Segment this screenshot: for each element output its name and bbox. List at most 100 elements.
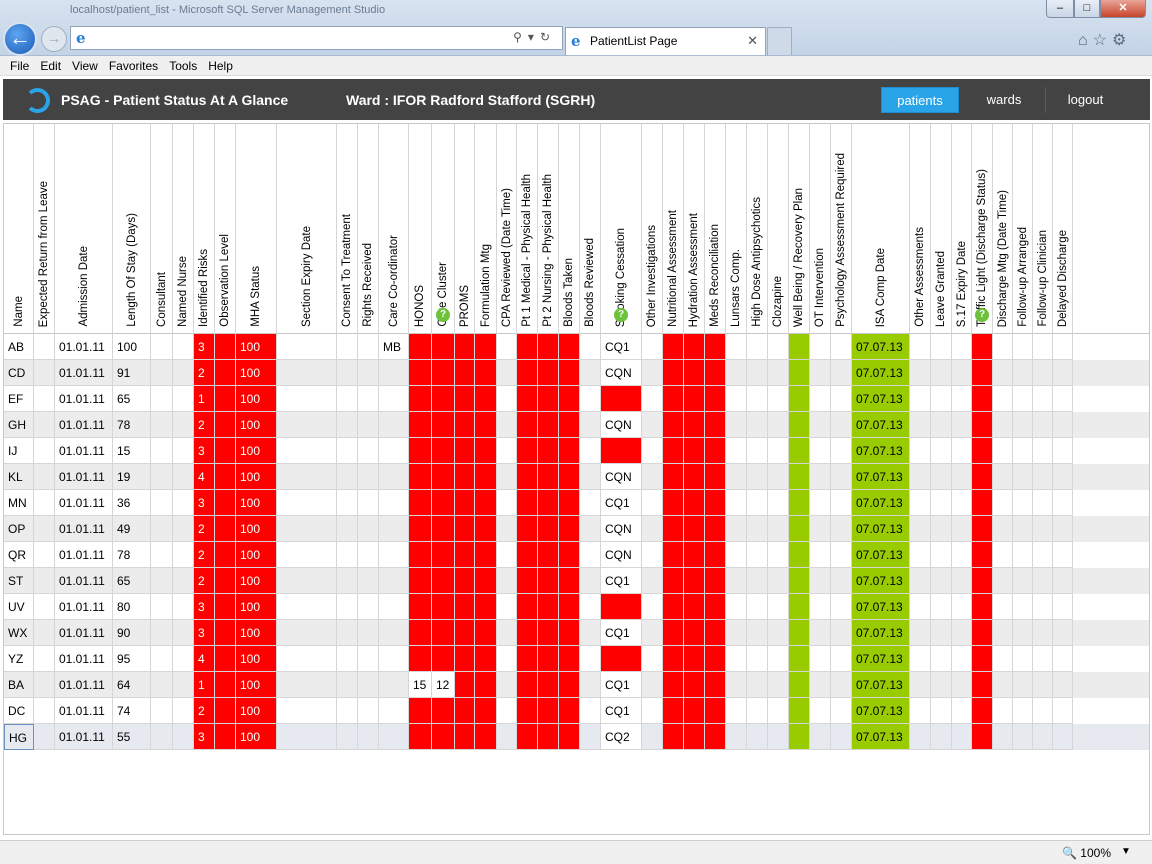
cell-sc[interactable]: CQN [601, 516, 642, 542]
cell-lc[interactable] [726, 568, 747, 594]
cell-rr[interactable] [358, 698, 379, 724]
cell-risk[interactable]: 1 [194, 672, 215, 698]
cell-mha[interactable]: 100 [236, 490, 277, 516]
cell-wb[interactable] [789, 438, 810, 464]
cell-ret[interactable] [34, 438, 55, 464]
cell-s17[interactable] [952, 386, 972, 412]
cell-hd[interactable] [747, 412, 768, 438]
table-row[interactable]: OP 01.01.11 49 2 100 CQN 07.07.13 [4, 516, 1149, 542]
cell-lg[interactable] [931, 698, 952, 724]
cell-adm[interactable]: 01.01.11 [55, 620, 113, 646]
cell-fa[interactable] [1013, 360, 1033, 386]
cell-ot[interactable] [810, 724, 831, 750]
column-header-pt1[interactable]: Pt 1 Medical - Physical Health [517, 124, 538, 334]
cell-pt2[interactable] [538, 360, 559, 386]
cell-sed[interactable] [277, 594, 337, 620]
cell-adm[interactable]: 01.01.11 [55, 334, 113, 360]
cell-adm[interactable]: 01.01.11 [55, 464, 113, 490]
nav-logout[interactable]: logout [1045, 87, 1125, 113]
cell-prm[interactable] [455, 724, 475, 750]
cell-sed[interactable] [277, 490, 337, 516]
cell-ret[interactable] [34, 594, 55, 620]
cell-los[interactable]: 49 [113, 516, 151, 542]
cell-ctt[interactable] [337, 464, 358, 490]
cell-pt2[interactable] [538, 568, 559, 594]
cell-fa[interactable] [1013, 724, 1033, 750]
cell-dm[interactable] [993, 594, 1013, 620]
cell-isa[interactable]: 07.07.13 [852, 438, 910, 464]
cell-dd[interactable] [1053, 412, 1073, 438]
cell-fm[interactable] [475, 568, 497, 594]
cell-fm[interactable] [475, 594, 497, 620]
cell-dm[interactable] [993, 646, 1013, 672]
cell-oa[interactable] [910, 412, 931, 438]
cell-cons[interactable] [151, 594, 173, 620]
new-tab-button[interactable] [767, 27, 792, 55]
cell-ot[interactable] [810, 620, 831, 646]
cell-bt[interactable] [559, 724, 580, 750]
cell-ret[interactable] [34, 412, 55, 438]
cell-clu[interactable] [432, 412, 455, 438]
cell-fc[interactable] [1033, 568, 1053, 594]
cell-fm[interactable] [475, 724, 497, 750]
cell-ret[interactable] [34, 516, 55, 542]
table-row[interactable]: CD 01.01.11 91 2 100 CQN 07.07.13 [4, 360, 1149, 386]
cell-oa[interactable] [910, 542, 931, 568]
cell-oa[interactable] [910, 360, 931, 386]
cell-clz[interactable] [768, 516, 789, 542]
cell-bt[interactable] [559, 360, 580, 386]
column-header-ctt[interactable]: Consent To Treatment [337, 124, 358, 334]
cell-lg[interactable] [931, 438, 952, 464]
cell-dd[interactable] [1053, 386, 1073, 412]
cell-tl[interactable] [972, 412, 993, 438]
cell-obs[interactable] [215, 516, 236, 542]
cell-ot[interactable] [810, 386, 831, 412]
cell-lc[interactable] [726, 360, 747, 386]
cell-ot[interactable] [810, 698, 831, 724]
cell-cpa[interactable] [497, 542, 517, 568]
cell-na[interactable] [663, 620, 684, 646]
cell-s17[interactable] [952, 516, 972, 542]
cell-pt2[interactable] [538, 490, 559, 516]
cell-fc[interactable] [1033, 672, 1053, 698]
cell-risk[interactable]: 3 [194, 724, 215, 750]
favorites-star-icon[interactable]: ☆ [1093, 32, 1112, 49]
cell-br[interactable] [580, 620, 601, 646]
cell-oa[interactable] [910, 438, 931, 464]
cell-mr[interactable] [705, 386, 726, 412]
cell-lc[interactable] [726, 438, 747, 464]
browser-tab[interactable]: e PatientList Page ✕ [565, 27, 766, 55]
column-header-isa[interactable]: ISA Comp Date [852, 124, 910, 334]
cell-ctt[interactable] [337, 594, 358, 620]
cell-isa[interactable]: 07.07.13 [852, 464, 910, 490]
cell-ret[interactable] [34, 672, 55, 698]
cell-lc[interactable] [726, 334, 747, 360]
cell-s17[interactable] [952, 698, 972, 724]
cell-nurse[interactable] [173, 698, 194, 724]
cell-ret[interactable] [34, 360, 55, 386]
cell-oi[interactable] [642, 568, 663, 594]
cell-fc[interactable] [1033, 620, 1053, 646]
cell-pt2[interactable] [538, 594, 559, 620]
cell-cpa[interactable] [497, 594, 517, 620]
cell-rr[interactable] [358, 360, 379, 386]
cell-bt[interactable] [559, 386, 580, 412]
cell-pt1[interactable] [517, 724, 538, 750]
cell-clu[interactable] [432, 360, 455, 386]
cell-psy[interactable] [831, 672, 852, 698]
cell-hd[interactable] [747, 594, 768, 620]
cell-hd[interactable] [747, 438, 768, 464]
cell-pt1[interactable] [517, 698, 538, 724]
dropdown-icon[interactable]: ▾ [528, 30, 540, 44]
cell-wb[interactable] [789, 360, 810, 386]
cell-name[interactable]: DC [4, 698, 34, 724]
cell-oa[interactable] [910, 464, 931, 490]
cell-tl[interactable] [972, 568, 993, 594]
cell-oa[interactable] [910, 646, 931, 672]
cell-wb[interactable] [789, 542, 810, 568]
cell-dd[interactable] [1053, 464, 1073, 490]
cell-fa[interactable] [1013, 490, 1033, 516]
cell-isa[interactable]: 07.07.13 [852, 594, 910, 620]
cell-cpa[interactable] [497, 672, 517, 698]
cell-mr[interactable] [705, 464, 726, 490]
